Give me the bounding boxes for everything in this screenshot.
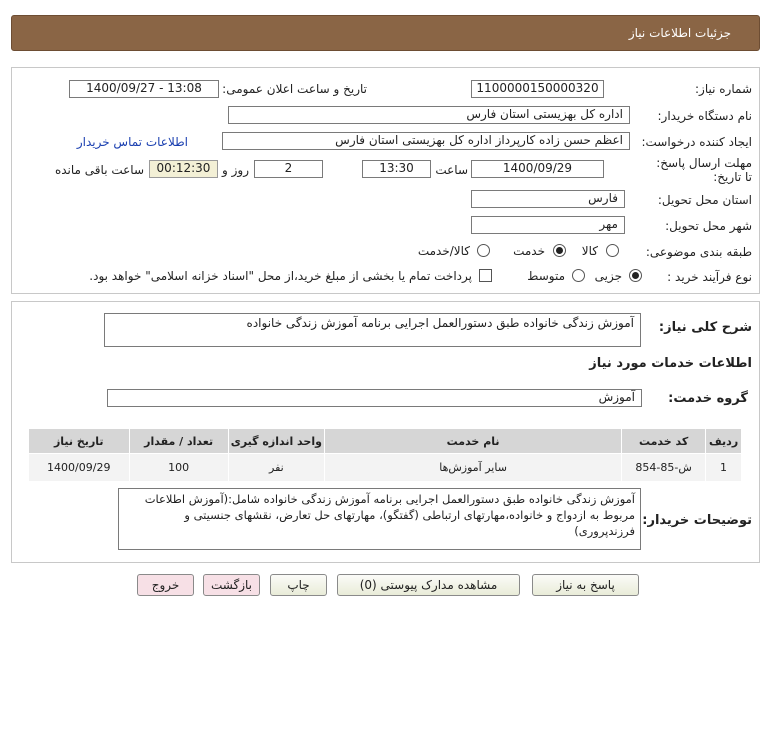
process-option-minor: جزیی xyxy=(594,269,622,283)
requester-field: اعظم حسن زاده کارپرداز اداره کل بهزیستی … xyxy=(222,132,630,150)
remaining-label: ساعت باقی مانده xyxy=(54,163,144,177)
city-field: مهر xyxy=(471,216,625,234)
table-header-row: تاریخ نیاز تعداد / مقدار واحد اندازه گیر… xyxy=(28,428,742,454)
deadline-label: مهلت ارسال پاسخ: تا تاریخ: xyxy=(656,156,752,184)
info-panel xyxy=(11,67,760,294)
treasury-payment-checkbox[interactable] xyxy=(479,269,492,282)
col-service-name: نام خدمت xyxy=(323,428,623,454)
buyer-contact-link[interactable]: اطلاعات تماس خریدار xyxy=(77,135,188,149)
announce-label: تاریخ و ساعت اعلان عمومی: xyxy=(222,82,367,96)
treasury-payment-note: پرداخت تمام یا بخشی از مبلغ خرید،از محل … xyxy=(89,269,472,283)
col-row: ردیف xyxy=(705,428,742,454)
remaining-time-field: 00:12:30 xyxy=(149,160,218,178)
announce-field: 1400/09/27 - 13:08 xyxy=(69,80,219,98)
cell-date: 1400/09/29 xyxy=(28,453,130,482)
process-label: نوع فرآیند خرید : xyxy=(667,270,752,284)
col-date: تاریخ نیاز xyxy=(28,428,130,454)
buyer-org-label: نام دستگاه خریدار: xyxy=(657,109,753,123)
requester-label: ایجاد کننده درخواست: xyxy=(641,135,752,149)
province-field: فارس xyxy=(471,190,625,208)
col-service-code: کد خدمت xyxy=(621,428,707,454)
print-button[interactable]: چاپ xyxy=(270,574,327,596)
cell-service-code: ش-85-854 xyxy=(621,453,707,482)
city-label: شهر محل تحویل: xyxy=(665,219,752,233)
cell-unit: نفر xyxy=(227,453,326,482)
summary-label: شرح کلی نیاز: xyxy=(658,320,752,335)
buyer-org-field: اداره کل بهزیستی استان فارس xyxy=(228,106,630,124)
days-field: 2 xyxy=(254,160,323,178)
category-option-service: خدمت xyxy=(513,244,545,258)
window-title: جزئیات اطلاعات نیاز xyxy=(628,26,731,40)
category-label: طبقه بندی موضوعی: xyxy=(645,245,752,259)
deadline-time-field: 13:30 xyxy=(362,160,431,178)
services-heading: اطلاعات خدمات مورد نیاز xyxy=(589,356,752,371)
reply-button[interactable]: پاسخ به نیاز xyxy=(532,574,639,596)
cell-service-name: سایر آموزش‌ها xyxy=(323,453,623,482)
service-group-field: آموزش xyxy=(107,389,642,407)
col-unit: واحد اندازه گیری xyxy=(227,428,326,454)
category-radio-goods-service[interactable] xyxy=(477,244,490,257)
col-quantity: تعداد / مقدار xyxy=(128,428,229,454)
category-option-goods-service: کالا/خدمت xyxy=(417,244,470,258)
category-option-goods: کالا xyxy=(581,244,598,258)
window-titlebar: جزئیات اطلاعات نیاز xyxy=(11,15,760,51)
process-option-medium: متوسط xyxy=(527,269,565,283)
need-number-field: 1100000150000320 xyxy=(471,80,604,98)
cell-row: 1 xyxy=(705,453,742,482)
summary-field: آموزش زندگی خانواده طبق دستورالعمل اجرای… xyxy=(104,313,641,347)
back-button[interactable]: بازگشت xyxy=(203,574,260,596)
deadline-time-label: ساعت xyxy=(435,163,468,177)
need-number-label: شماره نیاز: xyxy=(695,82,752,96)
buyer-notes-label: توضیحات خریدار: xyxy=(642,513,752,528)
exit-button[interactable]: خروج xyxy=(137,574,194,596)
table-row: 1400/09/29 100 نفر سایر آموزش‌ها ش-85-85… xyxy=(28,453,742,482)
category-radio-goods[interactable] xyxy=(606,244,619,257)
cell-quantity: 100 xyxy=(128,453,229,482)
deadline-date-field: 1400/09/29 xyxy=(471,160,604,178)
province-label: استان محل تحویل: xyxy=(657,193,752,207)
attachments-button[interactable]: مشاهده مدارک پیوستی (0) xyxy=(337,574,520,596)
services-table: تاریخ نیاز تعداد / مقدار واحد اندازه گیر… xyxy=(28,428,742,482)
process-radio-minor[interactable] xyxy=(629,269,642,282)
days-label: روز و xyxy=(222,163,249,177)
process-radio-medium[interactable] xyxy=(572,269,585,282)
service-group-label: گروه خدمت: xyxy=(668,391,748,406)
buyer-notes-field: آموزش زندگی خانواده طبق دستورالعمل اجرای… xyxy=(118,488,641,550)
category-radio-service[interactable] xyxy=(553,244,566,257)
